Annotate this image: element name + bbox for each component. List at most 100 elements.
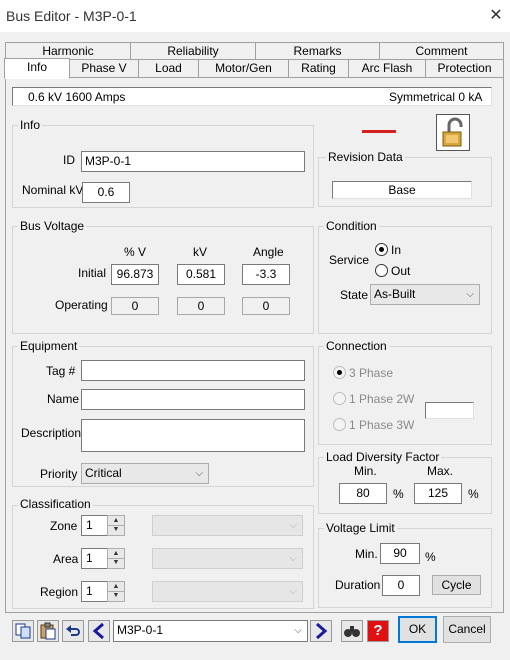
chevron-down-icon: ⌵ [289,520,297,531]
element-value: M3P-0-1 [117,623,164,637]
tab-arc-flash[interactable]: Arc Flash [348,59,426,78]
find-button[interactable] [341,620,363,642]
service-out-radio[interactable] [375,264,388,277]
equipment-legend: Equipment [18,339,80,353]
lock-button[interactable] [436,114,470,151]
region-value[interactable]: 1 [81,581,108,602]
connection-3phase-radio[interactable] [333,366,346,379]
vl-min-label: Min. [355,547,378,561]
state-value: As-Built [374,287,416,301]
vl-min-field[interactable]: 90 [380,543,420,564]
service-in-label: In [391,243,402,257]
initial-kv-field[interactable]: 0.581 [177,264,225,285]
initial-pct-v-field[interactable]: 96.873 [111,264,159,285]
ok-button[interactable]: OK [398,616,437,643]
spin-down-icon[interactable]: ▼ [108,591,124,601]
area-value[interactable]: 1 [81,548,108,569]
help-button[interactable]: ? [367,620,389,642]
connection-1phase2w-label: 1 Phase 2W [349,392,415,406]
prev-button[interactable] [88,620,110,642]
area-spinner[interactable]: 1 ▲ ▼ [81,548,125,569]
service-label: Service [329,253,370,267]
help-icon: ? [368,621,388,641]
initial-angle-field[interactable]: -3.3 [242,264,290,285]
description-field[interactable] [81,419,305,452]
area-label: Area [53,552,79,566]
voltage-limit-legend: Voltage Limit [324,521,397,535]
tag-field[interactable] [81,360,305,381]
vl-min-unit: % [425,550,436,564]
condition-group [318,226,492,334]
angle-header: Angle [253,245,284,259]
load-diversity-legend: Load Diversity Factor [324,450,442,464]
chevron-down-icon: ⌵ [466,289,474,300]
zone-spinner[interactable]: 1 ▲ ▼ [81,515,125,536]
ldf-max-field[interactable]: 125 [414,483,462,504]
tab-motor-gen[interactable]: Motor/Gen [198,59,289,78]
connection-1phase3w-label: 1 Phase 3W [349,418,415,432]
state-label: State [340,288,369,302]
pct-v-header: % V [124,245,147,259]
connection-1phase2w-radio[interactable] [333,392,346,405]
ldf-min-unit: % [393,487,404,501]
summary-short-circuit: Symmetrical 0 kA [389,90,483,104]
cycle-button[interactable]: Cycle [432,575,481,595]
chevron-down-icon: ⌵ [289,586,297,597]
id-field[interactable]: M3P-0-1 [81,151,305,172]
priority-select[interactable]: Critical ⌵ [81,463,209,484]
name-label: Name [47,392,80,406]
zone-value[interactable]: 1 [81,515,108,536]
tab-phase-v[interactable]: Phase V [69,59,139,78]
next-button[interactable] [310,620,332,642]
tab-rating[interactable]: Rating [288,59,349,78]
connection-1phase3w-radio[interactable] [333,418,346,431]
window-title: Bus Editor - M3P-0-1 [6,8,137,24]
priority-label: Priority [40,467,78,481]
ldf-max-unit: % [468,487,479,501]
name-field[interactable] [81,389,305,410]
operating-label: Operating [55,298,108,312]
element-select[interactable]: M3P-0-1 ⌵ [113,620,308,642]
chevron-down-icon: ⌵ [294,625,302,636]
area-select[interactable]: ⌵ [152,548,303,569]
tag-label: Tag # [46,364,76,378]
chevron-down-icon: ⌵ [289,553,297,564]
nominal-kv-field[interactable]: 0.6 [82,182,130,203]
service-out-label: Out [391,264,411,278]
region-spinner[interactable]: 1 ▲ ▼ [81,581,125,602]
tab-reliability[interactable]: Reliability [130,42,256,60]
region-label: Region [40,585,79,599]
paste-icon [40,622,56,640]
region-select[interactable]: ⌵ [152,581,303,602]
connection-extra-field[interactable] [425,402,474,419]
spin-down-icon[interactable]: ▼ [108,525,124,535]
close-icon[interactable]: ✕ [486,5,506,25]
ldf-min-field[interactable]: 80 [339,483,387,504]
tab-load[interactable]: Load [138,59,199,78]
state-select[interactable]: As-Built ⌵ [370,284,480,305]
undo-button[interactable] [62,620,84,642]
service-in-radio[interactable] [375,243,388,256]
priority-value: Critical [85,466,122,480]
find-icon [344,626,360,637]
kv-header: kV [193,245,208,259]
tab-comment[interactable]: Comment [379,42,504,60]
paste-button[interactable] [37,620,59,642]
tab-protection[interactable]: Protection [425,59,504,78]
tab-info[interactable]: Info [4,58,70,79]
description-label: Description [21,426,82,440]
voltage-limit-group [318,528,492,608]
tab-remarks[interactable]: Remarks [255,42,380,60]
duration-field[interactable]: 0 [382,575,420,596]
initial-label: Initial [78,266,107,280]
copy-button[interactable] [12,620,34,642]
cancel-button[interactable]: Cancel [443,616,491,643]
ldf-max-label: Max. [427,464,454,478]
chevron-down-icon: ⌵ [195,468,203,479]
summary-rating: 0.6 kV 1600 Amps [28,90,126,104]
operating-pct-v-field: 0 [111,297,159,315]
ldf-min-label: Min. [354,464,377,478]
zone-select[interactable]: ⌵ [152,515,303,536]
spin-down-icon[interactable]: ▼ [108,558,124,568]
revision-field: Base [332,181,472,199]
